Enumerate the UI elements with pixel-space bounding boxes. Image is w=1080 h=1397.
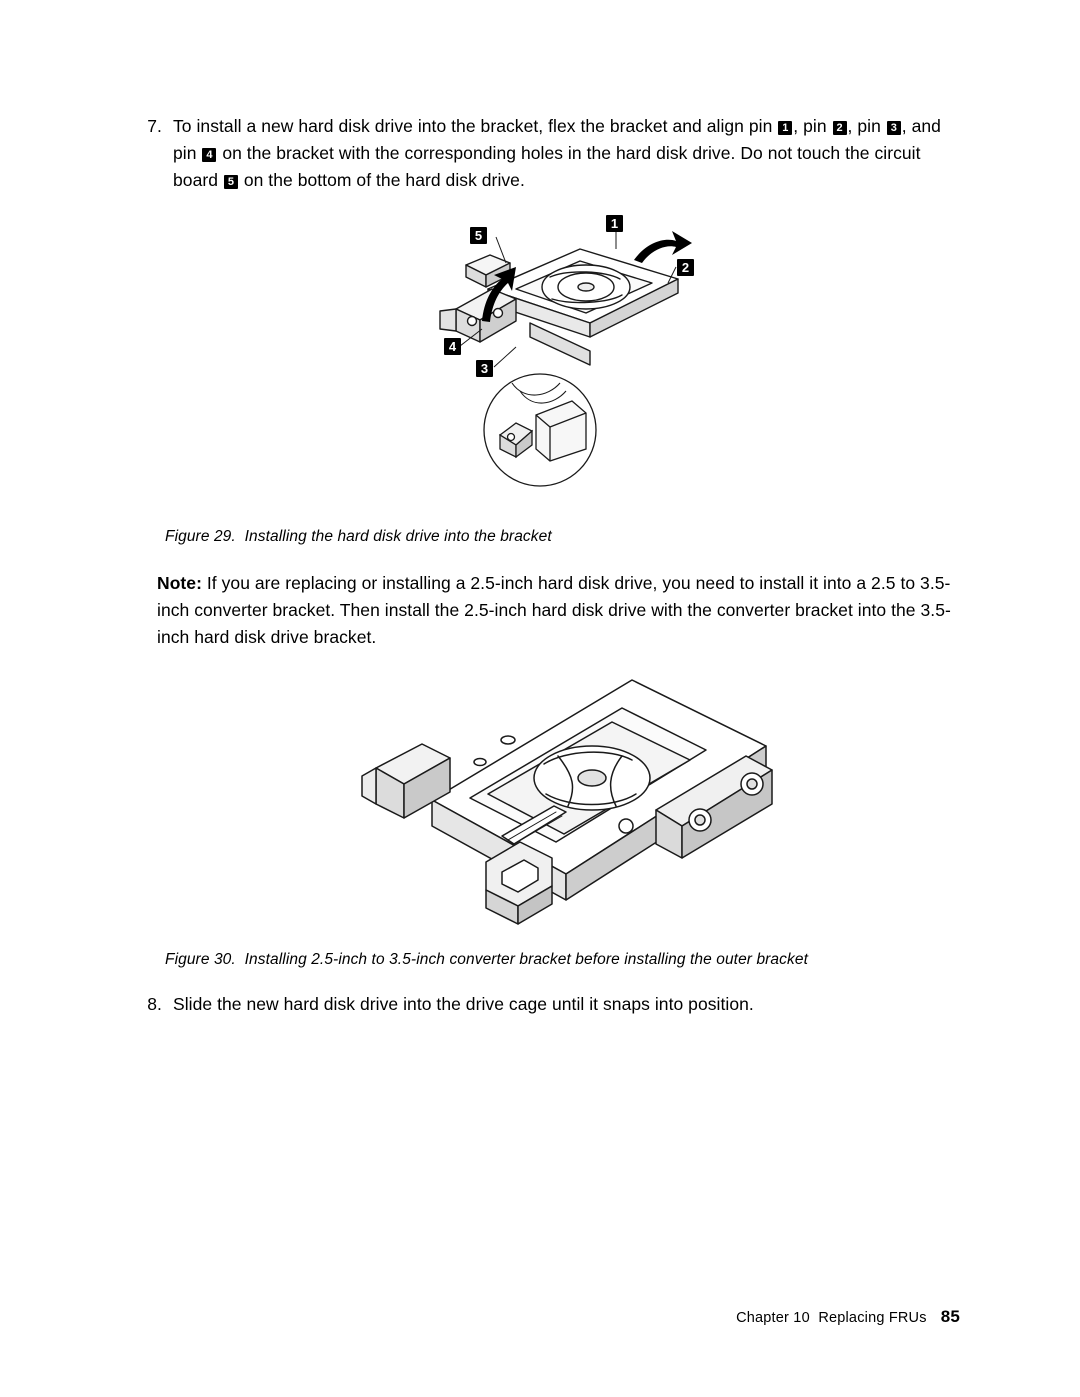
step-7: 7. To install a new hard disk drive into… [130, 113, 960, 194]
page-footer: Chapter 10 Replacing FRUs 85 [736, 1307, 960, 1327]
step-8-text: Slide the new hard disk drive into the d… [173, 994, 754, 1014]
step-7-text-part-2: , pin [793, 116, 832, 136]
callout-chip-2: 2 [832, 121, 847, 135]
figure-29-illustration: 5 1 2 4 3 [420, 205, 750, 505]
footer-section: Replacing FRUs [818, 1310, 927, 1326]
callout-chip-4: 4 [202, 148, 217, 162]
step-7-number: 7. [147, 116, 162, 136]
note-label: Note: [157, 573, 202, 593]
callout-chip-5: 5 [223, 175, 238, 189]
figure-callout-1: 1 [606, 215, 623, 232]
step-7-text-part-6: on the bottom of the hard disk drive. [238, 170, 525, 190]
figure-30-caption: Figure 30. Installing 2.5-inch to 3.5-in… [165, 949, 995, 971]
figure-29-caption: Figure 29. Installing the hard disk driv… [165, 526, 965, 548]
figure-callout-2: 2 [677, 259, 694, 276]
figure-30-illustration [360, 660, 790, 940]
note-paragraph: Note: If you are replacing or installing… [157, 570, 957, 651]
hard-disk-bracket-diagram [439, 227, 692, 487]
note-text: If you are replacing or installing a 2.5… [157, 573, 951, 647]
footer-chapter: Chapter 10 [736, 1310, 810, 1326]
figure-30-label: Figure 30. [165, 951, 236, 968]
converter-bracket-diagram [361, 679, 773, 925]
step-8: 8. Slide the new hard disk drive into th… [130, 991, 960, 1018]
callout-chip-1: 1 [778, 121, 793, 135]
step-7-text-part-3: , pin [847, 116, 886, 136]
figure-29-caption-text: Installing the hard disk drive into the … [244, 528, 552, 545]
step-8-number: 8. [147, 994, 162, 1014]
figure-30-caption-text: Installing 2.5-inch to 3.5-inch converte… [244, 951, 808, 968]
figure-callout-5: 5 [470, 227, 487, 244]
figure-callout-4: 4 [444, 338, 461, 355]
footer-page-number: 85 [940, 1307, 960, 1326]
document-page: 7. To install a new hard disk drive into… [0, 0, 1080, 1397]
callout-chip-3: 3 [886, 121, 901, 135]
step-7-text: To install a new hard disk drive into th… [173, 113, 960, 194]
figure-29-label: Figure 29. [165, 528, 236, 545]
figure-callout-3: 3 [476, 360, 493, 377]
step-7-text-part-1: To install a new hard disk drive into th… [173, 116, 778, 136]
